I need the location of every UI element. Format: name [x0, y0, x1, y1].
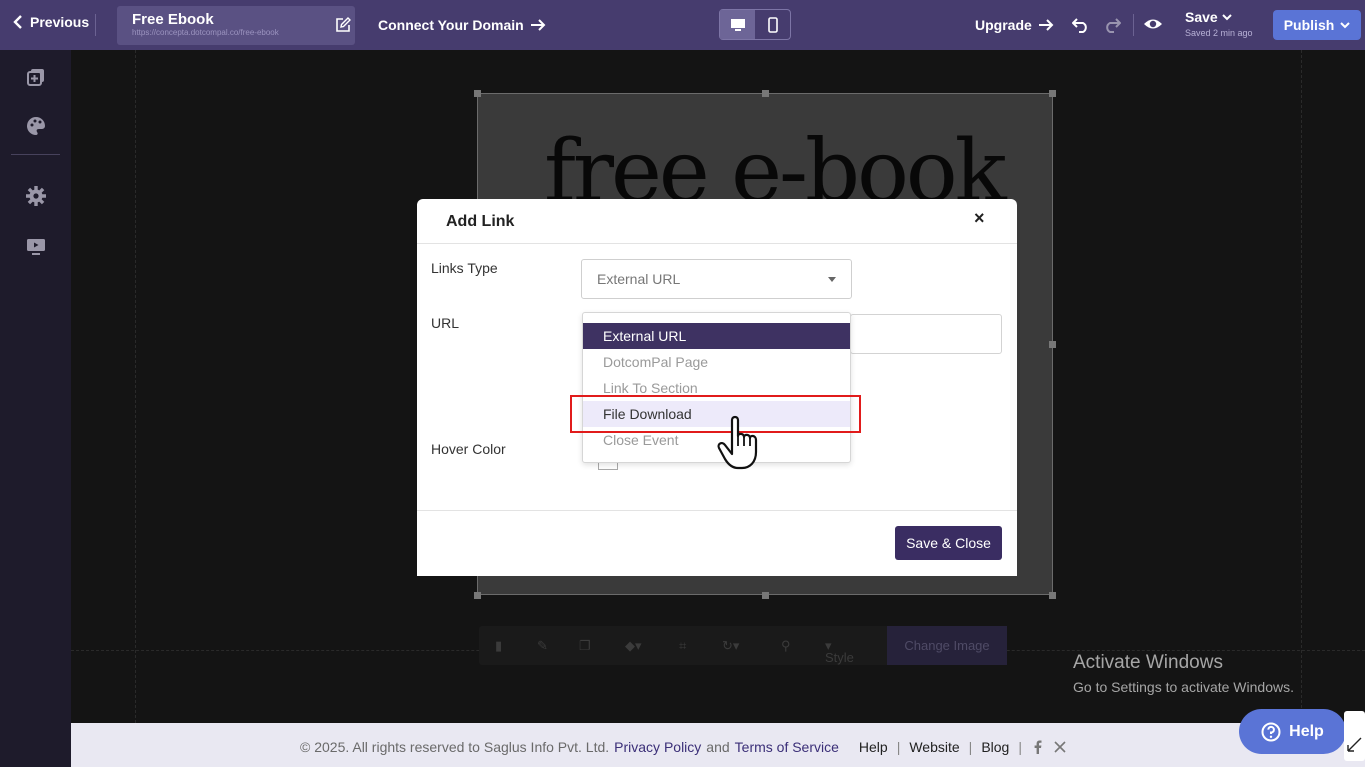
- link-icon[interactable]: ⚲: [781, 638, 791, 654]
- resize-handle[interactable]: [474, 592, 481, 599]
- preview-monitor-icon[interactable]: [25, 236, 47, 258]
- page-title: Free Ebook: [132, 11, 214, 28]
- help-button[interactable]: Help: [1239, 709, 1346, 754]
- resize-handle[interactable]: [1049, 341, 1056, 348]
- footer-website-link[interactable]: Website: [909, 739, 959, 755]
- arrow-right-icon: [530, 19, 546, 31]
- links-type-select[interactable]: External URL: [581, 259, 852, 299]
- privacy-policy-link[interactable]: Privacy Policy: [614, 739, 701, 755]
- change-image-button[interactable]: Change Image: [887, 626, 1007, 665]
- save-block[interactable]: Save Saved 2 min ago: [1185, 9, 1253, 38]
- guide-line: [135, 50, 136, 723]
- resize-handle[interactable]: [1049, 90, 1056, 97]
- footer-separator: |: [1018, 739, 1022, 755]
- footer-separator: |: [896, 739, 901, 755]
- trash-icon[interactable]: ▮: [495, 638, 502, 654]
- links-type-value: External URL: [597, 271, 681, 287]
- previous-label: Previous: [30, 14, 90, 30]
- modal-divider: [417, 243, 1017, 244]
- resize-corner[interactable]: [1344, 711, 1365, 761]
- arrow-right-icon: [1038, 19, 1054, 31]
- upgrade-label: Upgrade: [975, 17, 1032, 33]
- previous-button[interactable]: Previous: [12, 14, 89, 30]
- url-input[interactable]: [850, 314, 1002, 354]
- crop-icon[interactable]: ⌗: [679, 638, 686, 654]
- connect-domain-label: Connect Your Domain: [378, 17, 524, 33]
- footer: © 2025. All rights reserved to Saglus In…: [71, 723, 1365, 767]
- brush-icon[interactable]: ✎: [537, 638, 548, 654]
- url-label: URL: [431, 315, 460, 331]
- save-button[interactable]: Save: [1185, 9, 1253, 25]
- eye-icon[interactable]: [1143, 15, 1163, 33]
- publish-label: Publish: [1283, 17, 1335, 33]
- palette-icon[interactable]: [25, 115, 47, 137]
- mobile-icon: [767, 16, 778, 33]
- close-button[interactable]: ×: [974, 208, 985, 229]
- style-dropdown[interactable]: Style ▾: [825, 638, 854, 665]
- terms-link[interactable]: Terms of Service: [735, 739, 839, 755]
- watermark-subtitle: Go to Settings to activate Windows.: [1073, 679, 1294, 695]
- save-close-button[interactable]: Save & Close: [895, 526, 1002, 560]
- resize-handle[interactable]: [762, 90, 769, 97]
- publish-button[interactable]: Publish: [1273, 10, 1361, 40]
- guide-line: [1301, 50, 1302, 723]
- resize-handle[interactable]: [762, 592, 769, 599]
- footer-help-link[interactable]: Help: [859, 739, 888, 755]
- links-type-label: Links Type: [431, 260, 498, 276]
- resize-handle[interactable]: [474, 90, 481, 97]
- top-bar: Previous Free Ebook https://concepta.dot…: [0, 0, 1365, 50]
- footer-blog-link[interactable]: Blog: [981, 739, 1009, 755]
- footer-row: © 2025. All rights reserved to Saglus In…: [300, 739, 1066, 755]
- image-toolbar: ▮ ✎ ❐ ◆▾ ⌗ ↻▾ ⚲ Style ▾ Change Image: [479, 626, 1007, 665]
- copyright-text: © 2025. All rights reserved to Saglus In…: [300, 739, 610, 755]
- layers-icon[interactable]: ◆▾: [625, 638, 642, 654]
- style-label: Style: [825, 650, 854, 665]
- caret-down-icon: [828, 277, 836, 282]
- upgrade-link[interactable]: Upgrade: [975, 17, 1054, 33]
- connect-domain-link[interactable]: Connect Your Domain: [378, 17, 546, 33]
- desktop-view-button[interactable]: [720, 10, 755, 39]
- resize-handle[interactable]: [1049, 592, 1056, 599]
- divider: [95, 14, 96, 36]
- hand-cursor-icon: [717, 415, 758, 470]
- page-name-box[interactable]: Free Ebook https://concepta.dotcompal.co…: [117, 6, 355, 45]
- saved-status: Saved 2 min ago: [1185, 28, 1253, 38]
- device-toggle: [719, 9, 791, 40]
- modal-divider: [417, 510, 1017, 511]
- mobile-view-button[interactable]: [755, 10, 790, 39]
- option-external-url[interactable]: External URL: [583, 323, 850, 349]
- facebook-icon[interactable]: [1034, 740, 1042, 754]
- help-label: Help: [1289, 722, 1324, 740]
- divider: [1133, 14, 1134, 36]
- footer-and: and: [706, 739, 730, 755]
- question-icon: [1261, 722, 1281, 741]
- gear-icon[interactable]: [25, 185, 47, 207]
- undo-icon[interactable]: [1072, 15, 1090, 33]
- chevron-left-icon: [13, 15, 22, 29]
- modal-title: Add Link: [446, 213, 515, 230]
- option-dotcompal-page[interactable]: DotcomPal Page: [583, 349, 850, 375]
- resize-arrows-icon: [1347, 737, 1362, 752]
- x-twitter-icon[interactable]: [1054, 741, 1066, 753]
- left-sidebar: [0, 50, 71, 767]
- watermark-title: Activate Windows: [1073, 652, 1223, 673]
- edit-icon[interactable]: [335, 17, 351, 33]
- hover-color-label: Hover Color: [431, 441, 506, 457]
- footer-separator: |: [968, 739, 973, 755]
- desktop-icon: [730, 18, 745, 31]
- page-url: https://concepta.dotcompal.co/free-ebook: [132, 28, 279, 37]
- rotate-icon[interactable]: ↻▾: [722, 638, 739, 654]
- chevron-down-icon: [1340, 22, 1350, 29]
- sidebar-divider: [11, 154, 60, 155]
- chevron-down-icon: [1221, 14, 1232, 21]
- copy-icon[interactable]: ❐: [579, 638, 591, 654]
- pages-icon[interactable]: [25, 66, 47, 88]
- save-label: Save: [1185, 9, 1218, 25]
- activate-windows-watermark: Activate Windows Go to Settings to activ…: [1073, 652, 1294, 695]
- redo-icon[interactable]: [1103, 15, 1121, 33]
